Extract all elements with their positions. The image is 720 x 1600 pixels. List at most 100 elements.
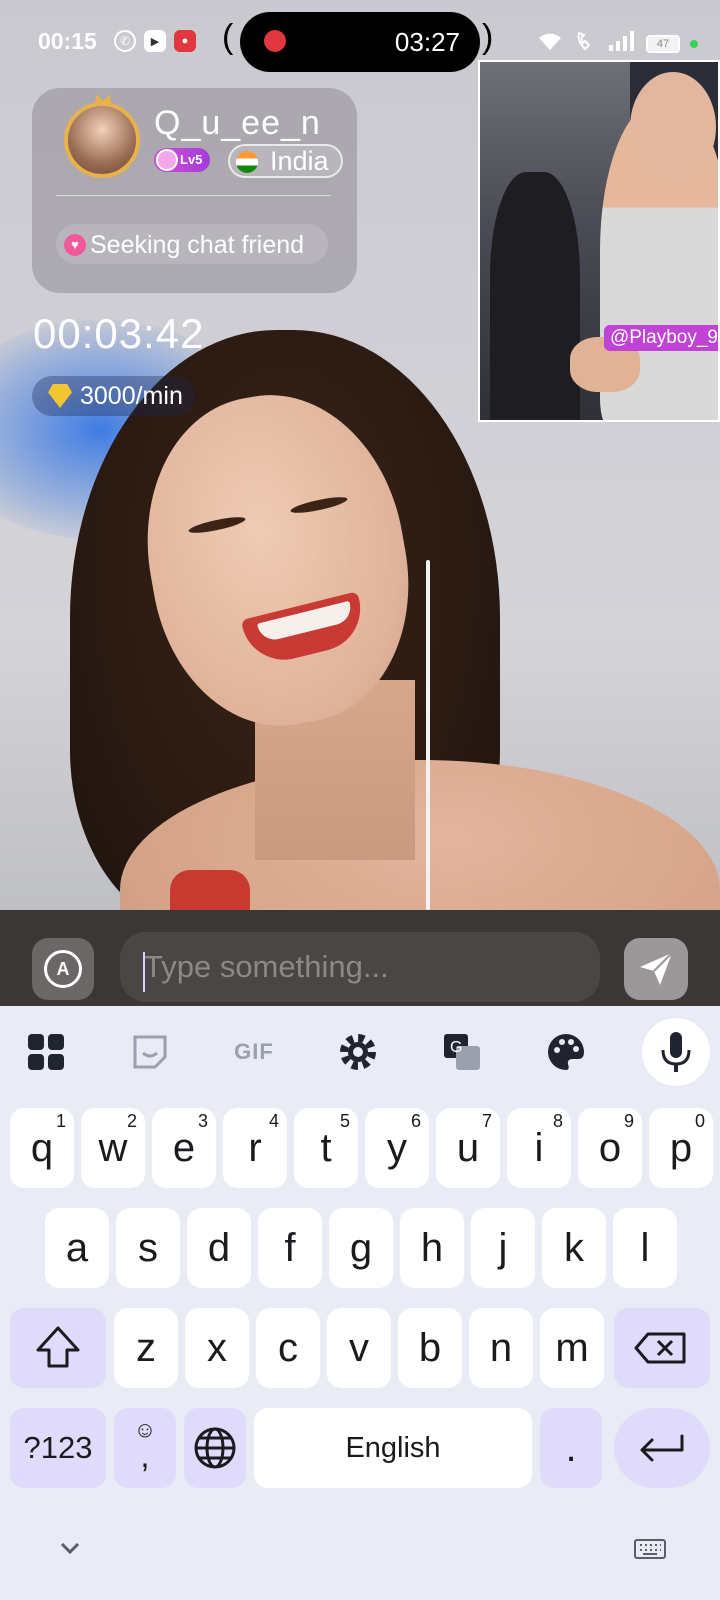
pill-right-bracket: ) bbox=[482, 18, 494, 56]
key-hint: 5 bbox=[339, 1111, 350, 1131]
whatsapp-icon: ✆ bbox=[114, 30, 136, 52]
key-i[interactable]: i8 bbox=[507, 1108, 571, 1188]
hide-keyboard-button[interactable] bbox=[52, 1530, 88, 1566]
text-caret bbox=[143, 952, 145, 992]
india-flag-icon bbox=[236, 151, 258, 173]
key-a[interactable]: a bbox=[45, 1208, 109, 1288]
key-x[interactable]: x bbox=[185, 1308, 249, 1388]
translate-icon[interactable]: G bbox=[434, 1024, 490, 1080]
key-label: u bbox=[456, 1126, 480, 1170]
key-hint: 8 bbox=[552, 1111, 563, 1131]
key-label: p bbox=[669, 1126, 693, 1170]
key-label: r bbox=[248, 1126, 262, 1170]
key-d[interactable]: d bbox=[187, 1208, 251, 1288]
key-t[interactable]: t5 bbox=[294, 1108, 358, 1188]
pip-head bbox=[630, 72, 716, 182]
key-hint: 9 bbox=[623, 1111, 634, 1131]
wifi-icon bbox=[536, 30, 564, 57]
key-n[interactable]: n bbox=[469, 1308, 533, 1388]
palette-icon[interactable] bbox=[538, 1024, 594, 1080]
key-l[interactable]: l bbox=[613, 1208, 677, 1288]
key-q[interactable]: q1 bbox=[10, 1108, 74, 1188]
gif-icon[interactable]: GIF bbox=[226, 1024, 282, 1080]
key-m[interactable]: m bbox=[540, 1308, 604, 1388]
key-w[interactable]: w2 bbox=[81, 1108, 145, 1188]
country-badge: India bbox=[228, 144, 343, 178]
key-label: y bbox=[387, 1126, 407, 1170]
key-label: i bbox=[534, 1126, 544, 1170]
profile-card[interactable]: Q_u_ee_n Lv5 India ♥ Seeking chat friend bbox=[32, 88, 357, 293]
signal-icon bbox=[608, 30, 636, 57]
pip-bystander bbox=[490, 172, 580, 420]
rate-text: 3000/min bbox=[80, 382, 183, 410]
key-r[interactable]: r4 bbox=[223, 1108, 287, 1188]
level-label: Lv5 bbox=[180, 152, 203, 167]
key-hint: 2 bbox=[126, 1111, 137, 1131]
recording-time: 03:27 bbox=[394, 27, 460, 57]
key-g[interactable]: g bbox=[329, 1208, 393, 1288]
key-label: q bbox=[30, 1126, 54, 1170]
rate-badge: 3000/min bbox=[32, 376, 195, 416]
pip-handle: @Playboy_9 bbox=[603, 325, 718, 351]
key-s[interactable]: s bbox=[116, 1208, 180, 1288]
message-input[interactable] bbox=[120, 932, 600, 1002]
key-e[interactable]: e3 bbox=[152, 1108, 216, 1188]
voice-input-button[interactable] bbox=[642, 1018, 710, 1086]
apps-grid-icon[interactable] bbox=[18, 1024, 74, 1080]
backspace-icon bbox=[634, 1332, 686, 1364]
key-f[interactable]: f bbox=[258, 1208, 322, 1288]
space-key[interactable]: English bbox=[254, 1408, 532, 1488]
period-key[interactable]: . bbox=[540, 1408, 602, 1488]
switch-keyboard-button[interactable] bbox=[632, 1530, 668, 1566]
heart-icon: ♥ bbox=[64, 234, 86, 256]
recording-pill[interactable]: 03:27 bbox=[240, 12, 480, 72]
backspace-key[interactable] bbox=[614, 1308, 710, 1388]
language-key[interactable] bbox=[184, 1408, 246, 1488]
diamond-icon bbox=[48, 384, 72, 408]
key-v[interactable]: v bbox=[327, 1308, 391, 1388]
shift-key[interactable] bbox=[10, 1308, 106, 1388]
key-hint: 4 bbox=[268, 1111, 279, 1131]
key-hint: 6 bbox=[410, 1111, 421, 1131]
profile-divider bbox=[56, 195, 331, 196]
key-c[interactable]: c bbox=[256, 1308, 320, 1388]
shift-icon bbox=[36, 1326, 80, 1368]
comma-label: , bbox=[140, 1438, 150, 1474]
keyboard-icon bbox=[634, 1539, 666, 1559]
call-timer: 00:03:42 bbox=[33, 310, 205, 357]
status-time: 00:15 bbox=[38, 28, 97, 54]
key-b[interactable]: b bbox=[398, 1308, 462, 1388]
send-icon bbox=[640, 952, 673, 985]
send-button[interactable] bbox=[624, 938, 688, 1000]
key-h[interactable]: h bbox=[400, 1208, 464, 1288]
enter-key[interactable] bbox=[614, 1408, 710, 1488]
person-top bbox=[170, 870, 250, 910]
emoji-comma-key[interactable]: ☺ , bbox=[114, 1408, 176, 1488]
auto-translate-icon: A bbox=[44, 950, 82, 988]
level-badge: Lv5 bbox=[154, 148, 211, 172]
key-hint: 7 bbox=[481, 1111, 492, 1131]
crown-icon bbox=[94, 94, 112, 106]
system-icons: 47 bbox=[536, 30, 698, 57]
key-u[interactable]: u7 bbox=[436, 1108, 500, 1188]
key-label: o bbox=[598, 1126, 622, 1170]
key-k[interactable]: k bbox=[542, 1208, 606, 1288]
soft-keyboard: GIF G q1w2e3r4t5y6u7i8o9p0 asdfghjkl zxc… bbox=[0, 1006, 720, 1600]
key-hint: 0 bbox=[694, 1111, 705, 1131]
enter-icon bbox=[640, 1434, 684, 1462]
sticker-icon[interactable] bbox=[122, 1024, 178, 1080]
screen-recorder-icon: ● bbox=[174, 30, 196, 52]
auto-translate-button[interactable]: A bbox=[32, 938, 94, 1000]
key-o[interactable]: o9 bbox=[578, 1108, 642, 1188]
key-p[interactable]: p0 bbox=[649, 1108, 713, 1188]
key-j[interactable]: j bbox=[471, 1208, 535, 1288]
svg-text:G: G bbox=[450, 1039, 462, 1056]
avatar[interactable] bbox=[64, 102, 140, 178]
key-z[interactable]: z bbox=[114, 1308, 178, 1388]
chevron-down-icon bbox=[60, 1542, 80, 1555]
symbols-key[interactable]: ?123 bbox=[10, 1408, 106, 1488]
local-video-pip[interactable]: @Playboy_9 bbox=[478, 60, 720, 422]
key-y[interactable]: y6 bbox=[365, 1108, 429, 1188]
notification-icons: ✆ ▶ ● bbox=[114, 30, 196, 52]
settings-icon[interactable] bbox=[330, 1024, 386, 1080]
